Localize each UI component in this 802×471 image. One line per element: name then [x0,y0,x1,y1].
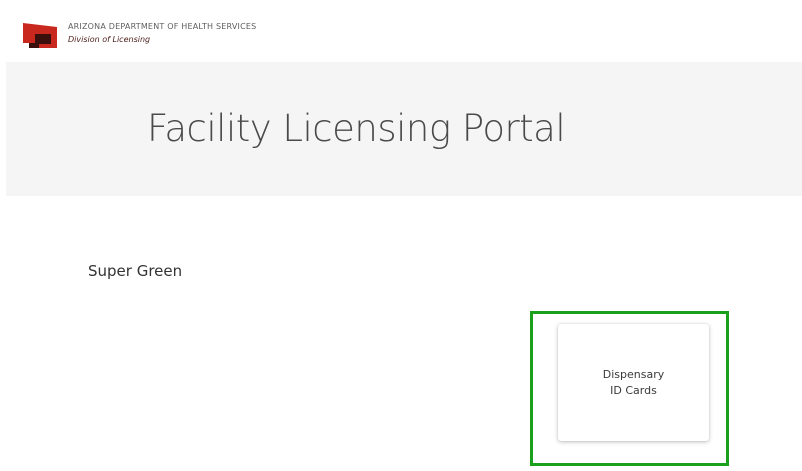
page-title: Facility Licensing Portal [147,107,566,150]
site-header: ARIZONA DEPARTMENT OF HEALTH SERVICES Di… [6,4,802,62]
tile-label-line1: Dispensary [602,367,665,381]
dispensary-id-cards-tile[interactable]: Dispensary ID Cards [558,324,709,441]
org-name: ARIZONA DEPARTMENT OF HEALTH SERVICES [68,22,257,31]
tile-label-line2: ID Cards [610,383,657,397]
facility-name: Super Green [88,262,183,280]
hero-banner: Facility Licensing Portal [6,62,802,196]
page: ARIZONA DEPARTMENT OF HEALTH SERVICES Di… [0,0,802,471]
adhs-logo-icon[interactable] [23,22,57,48]
division-name: Division of Licensing [68,35,151,44]
